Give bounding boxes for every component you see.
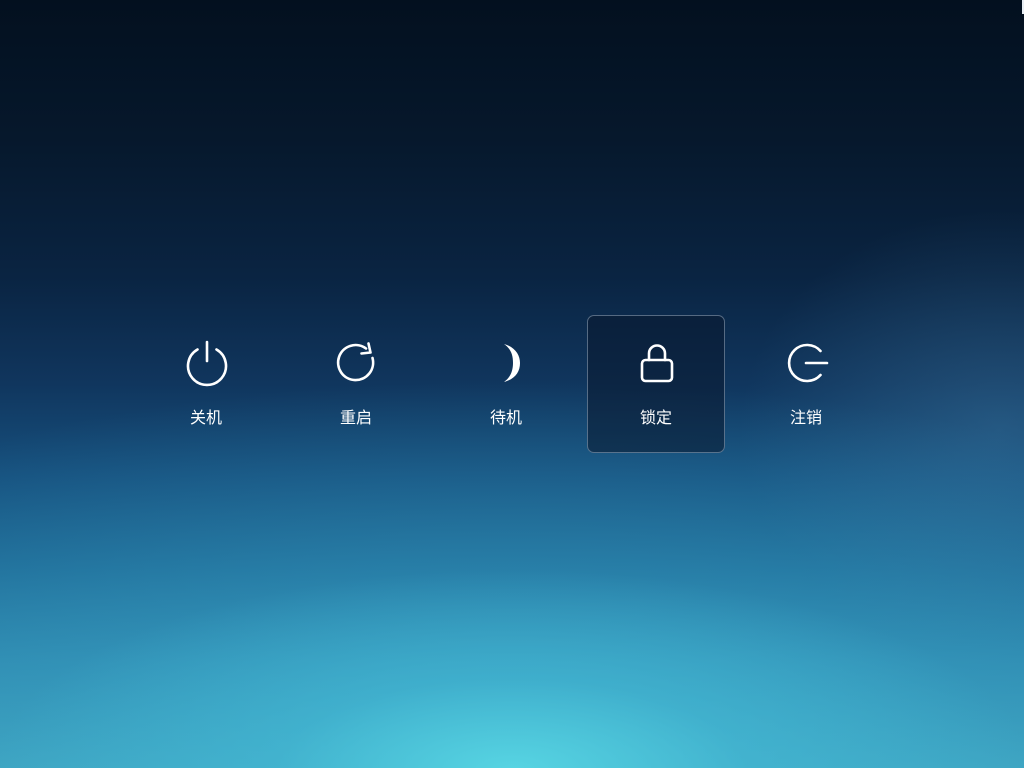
power-icon (182, 338, 232, 388)
lock-button[interactable]: 锁定 (587, 315, 725, 453)
suspend-label: 待机 (489, 408, 522, 427)
restart-icon (332, 338, 382, 388)
logout-button[interactable]: 注销 (737, 315, 875, 453)
lock-icon (632, 338, 682, 388)
restart-label: 重启 (339, 408, 372, 427)
shutdown-button[interactable]: 关机 (137, 315, 275, 453)
moon-icon (482, 338, 532, 388)
suspend-button[interactable]: 待机 (437, 315, 575, 453)
lock-label: 锁定 (639, 408, 672, 427)
logout-label: 注销 (789, 408, 822, 427)
power-menu: 关机 重启 待机 锁定 注销 (137, 315, 887, 453)
restart-button[interactable]: 重启 (287, 315, 425, 453)
logout-icon (782, 338, 832, 388)
shutdown-label: 关机 (189, 408, 222, 427)
